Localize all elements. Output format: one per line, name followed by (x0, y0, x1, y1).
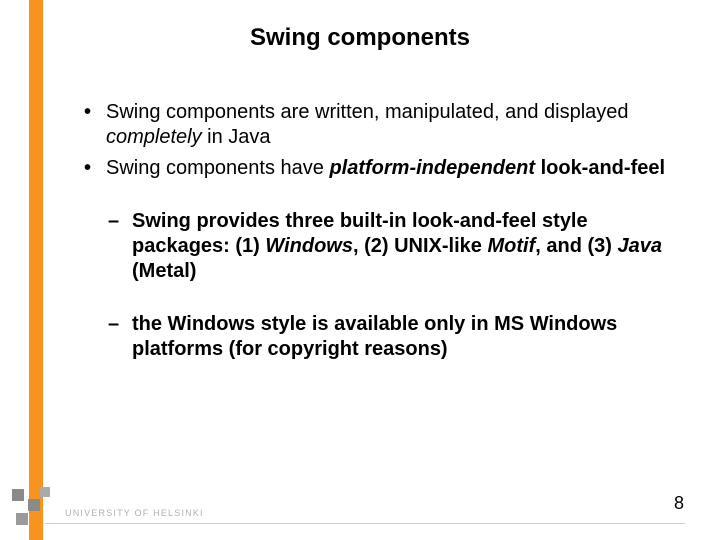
sub-1-motif: Motif (487, 235, 535, 257)
page-number: 8 (674, 493, 684, 514)
bullet-2-pre: Swing components have (106, 157, 329, 179)
bullet-2: Swing components have platform-independe… (80, 156, 680, 362)
bullet-1-post: in Java (202, 126, 271, 148)
sub-2: the Windows style is available only in M… (106, 312, 680, 362)
slide-title: Swing components (0, 24, 720, 52)
university-name: UNIVERSITY OF HELSINKI (65, 508, 204, 518)
sub-1-t3: , and (3) (535, 235, 617, 257)
sub-1: Swing provides three built-in look-and-f… (106, 209, 680, 284)
bullet-1: Swing components are written, manipulate… (80, 100, 680, 150)
sub-1-t2: , (2) UNIX-like (353, 235, 487, 257)
sub-list: Swing provides three built-in look-and-f… (106, 209, 680, 362)
bullet-list: Swing components are written, manipulate… (80, 100, 680, 362)
footer: UNIVERSITY OF HELSINKI 8 (0, 478, 720, 540)
sub-1-windows: Windows (265, 235, 353, 257)
slide-content: Swing components are written, manipulate… (80, 100, 680, 390)
side-stripe (29, 0, 43, 540)
bullet-2-post: look-and-feel (535, 157, 665, 179)
sub-1-t4: (Metal) (132, 260, 196, 282)
sub-1-java: Java (617, 235, 662, 257)
bullet-1-pre: Swing components are written, manipulate… (106, 101, 629, 123)
footer-divider (45, 523, 685, 524)
bullet-2-em: platform-independent (329, 157, 535, 179)
bullet-1-em: completely (106, 126, 202, 148)
